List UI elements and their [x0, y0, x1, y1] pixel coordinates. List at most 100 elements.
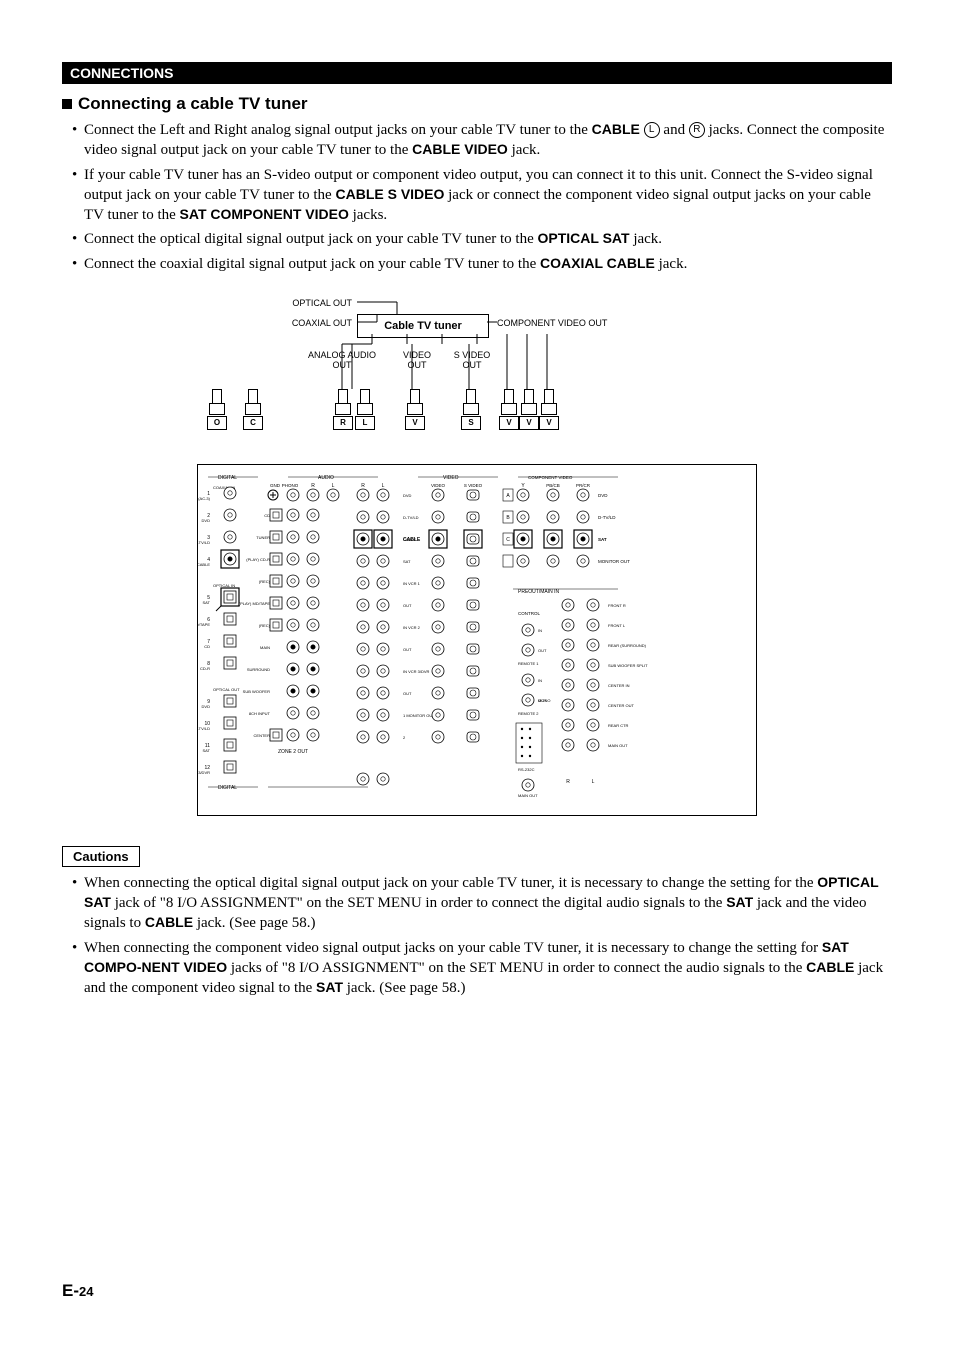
svg-text:CD: CD: [204, 644, 210, 649]
svg-text:TUNER: TUNER: [256, 535, 270, 540]
instruction-list: Connect the Left and Right analog signal…: [62, 120, 892, 274]
svg-text:(REC): (REC): [259, 579, 271, 584]
instruction-item: Connect the Left and Right analog signal…: [72, 120, 892, 161]
svg-text:L: L: [382, 483, 385, 489]
svg-text:COMPONENT VIDEO: COMPONENT VIDEO: [528, 475, 573, 480]
svg-text:R: R: [311, 483, 315, 489]
svg-text:PB/CB: PB/CB: [546, 483, 560, 488]
svg-text:VCR 3/DVR: VCR 3/DVR: [198, 770, 210, 775]
square-bullet-icon: [62, 99, 72, 109]
svg-text:OPTICAL OUT: OPTICAL OUT: [213, 687, 240, 692]
svg-text:MONITOR OUT: MONITOR OUT: [598, 559, 630, 564]
svg-text:CENTER IN: CENTER IN: [608, 683, 630, 688]
svg-text:D-TV/LD: D-TV/LD: [198, 726, 210, 731]
svg-text:PHONO: PHONO: [282, 483, 299, 488]
svg-text:(PLAY) MD/TAPE: (PLAY) MD/TAPE: [239, 601, 271, 606]
svg-text:OUT: OUT: [403, 603, 412, 608]
svg-text:IN VCR 3/DVR: IN VCR 3/DVR: [403, 669, 430, 674]
svg-text:PREOUT/MAIN IN: PREOUT/MAIN IN: [518, 589, 560, 595]
svg-text:DVD: DVD: [403, 493, 412, 498]
svg-text:SUB WOOFER: SUB WOOFER: [243, 689, 270, 694]
connection-diagram: OPTICAL OUT COAXIAL OUT Cable TV tuner C…: [197, 294, 757, 816]
svg-text:SAT: SAT: [203, 600, 211, 605]
svg-text:CONTROL: CONTROL: [518, 611, 540, 616]
svg-text:1 MONITOR OUT: 1 MONITOR OUT: [403, 713, 435, 718]
svg-text:MONO: MONO: [538, 698, 550, 703]
svg-text:RS-232C: RS-232C: [518, 767, 535, 772]
plug-coax: C: [245, 389, 259, 415]
instruction-item: If your cable TV tuner has an S-video ou…: [72, 165, 892, 226]
svg-text:SURROUND: SURROUND: [247, 667, 270, 672]
svg-text:DIGITAL: DIGITAL: [218, 785, 237, 791]
plug-svideo: S: [463, 389, 477, 415]
svg-text:LD RF (AC-3): LD RF (AC-3): [198, 496, 211, 501]
svg-text:OUT: OUT: [538, 648, 547, 653]
svg-text:FRONT L: FRONT L: [608, 623, 626, 628]
svg-text:OUT: OUT: [403, 647, 412, 652]
svg-text:MAIN: MAIN: [260, 645, 270, 650]
svg-text:L: L: [592, 779, 595, 785]
subhead-text: Connecting a cable TV tuner: [78, 94, 308, 113]
page-number: E-24: [62, 1281, 93, 1301]
plug-comp-pb: V: [521, 389, 535, 415]
rear-panel: DIGITALAUDIOVIDEOCOMPONENT VIDEOCOAXIAL …: [197, 464, 757, 816]
svg-text:L: L: [332, 483, 335, 489]
subheading: Connecting a cable TV tuner: [62, 94, 892, 114]
svg-text:IN: IN: [538, 628, 542, 633]
svg-text:REAR (SURROUND): REAR (SURROUND): [608, 643, 647, 648]
plug-audio-r: R: [335, 389, 349, 415]
svg-text:SAT: SAT: [598, 537, 607, 542]
svg-text:SAT: SAT: [403, 559, 411, 564]
cautions-list: When connecting the optical digital sign…: [62, 873, 892, 999]
svg-text:CD: CD: [264, 513, 270, 518]
svg-text:D-TV/LD: D-TV/LD: [598, 515, 616, 520]
svg-text:R: R: [566, 779, 570, 785]
svg-text:PR/CR: PR/CR: [576, 483, 591, 488]
svg-text:CABLE: CABLE: [403, 537, 421, 543]
svg-text:Y: Y: [521, 483, 525, 489]
caution-item: When connecting the optical digital sign…: [72, 873, 892, 934]
svg-text:MD/TAPE: MD/TAPE: [198, 622, 210, 627]
svg-text:DVD: DVD: [202, 704, 211, 709]
svg-text:CD-R: CD-R: [200, 666, 210, 671]
svg-text:OPTICAL IN: OPTICAL IN: [213, 583, 235, 588]
svg-text:DVD: DVD: [202, 518, 211, 523]
circled-l-icon: L: [644, 122, 660, 138]
svg-text:MAIN OUT: MAIN OUT: [608, 743, 628, 748]
svg-text:IN VCR 1: IN VCR 1: [403, 581, 421, 586]
svg-text:DVD: DVD: [598, 493, 608, 498]
svg-text:OUT: OUT: [403, 691, 412, 696]
svg-text:FRONT R: FRONT R: [608, 603, 626, 608]
svg-text:DIGITAL: DIGITAL: [218, 475, 237, 481]
svg-text:8CH INPUT: 8CH INPUT: [249, 711, 271, 716]
svg-text:AUDIO: AUDIO: [318, 475, 334, 481]
svg-text:CENTER OUT: CENTER OUT: [608, 703, 635, 708]
svg-text:SUB WOOFER SPLIT: SUB WOOFER SPLIT: [608, 663, 648, 668]
svg-text:IN: IN: [538, 678, 542, 683]
section-header: CONNECTIONS: [62, 62, 892, 84]
svg-text:REMOTE 1: REMOTE 1: [518, 661, 539, 666]
cautions-heading: Cautions: [62, 846, 140, 867]
circled-r-icon: R: [689, 122, 705, 138]
svg-text:IN VCR 2: IN VCR 2: [403, 625, 421, 630]
svg-text:(REC): (REC): [259, 623, 271, 628]
svg-text:REAR CTR: REAR CTR: [608, 723, 629, 728]
svg-text:VIDEO: VIDEO: [431, 483, 446, 488]
svg-text:(PLAY) CD-R: (PLAY) CD-R: [246, 557, 270, 562]
plug-optical: O: [209, 389, 223, 415]
svg-text:GND: GND: [270, 483, 281, 488]
caution-item: When connecting the component video sign…: [72, 938, 892, 999]
instruction-item: Connect the optical digital signal outpu…: [72, 229, 892, 249]
svg-text:SAT: SAT: [203, 748, 211, 753]
svg-text:MAIN OUT: MAIN OUT: [518, 793, 538, 798]
svg-text:R: R: [361, 483, 365, 489]
instruction-item: Connect the coaxial digital signal outpu…: [72, 254, 892, 274]
svg-text:ZONE 2 OUT: ZONE 2 OUT: [278, 749, 308, 755]
svg-text:REMOTE 2: REMOTE 2: [518, 711, 539, 716]
svg-text:S VIDEO: S VIDEO: [464, 483, 483, 488]
svg-text:D-TV/LD: D-TV/LD: [403, 515, 419, 520]
plug-audio-l: L: [357, 389, 371, 415]
svg-text:CABLE: CABLE: [198, 562, 210, 567]
plug-comp-pr: V: [541, 389, 555, 415]
svg-text:VIDEO: VIDEO: [443, 475, 459, 481]
